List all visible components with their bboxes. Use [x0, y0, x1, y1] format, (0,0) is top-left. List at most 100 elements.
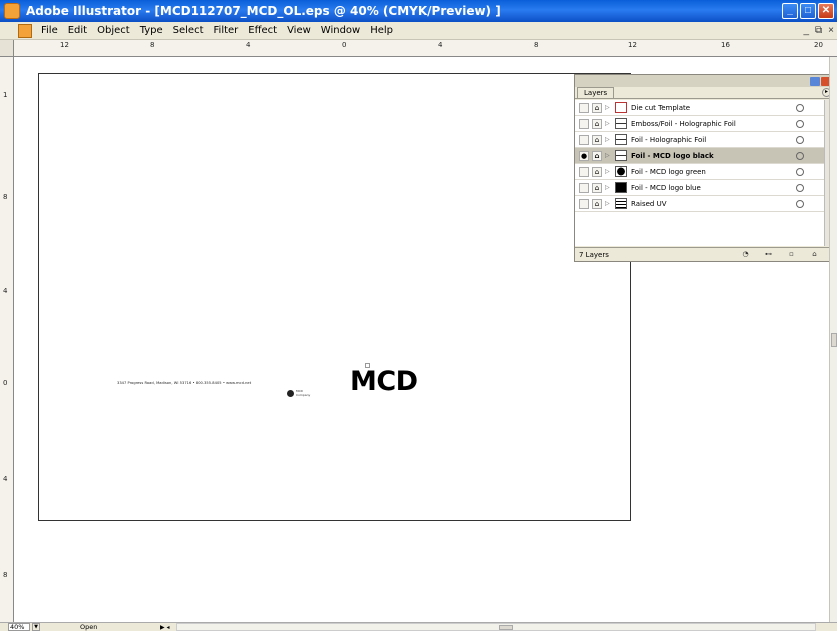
delete-layer-icon[interactable]: ⌂ — [810, 250, 819, 259]
visibility-toggle-icon[interactable] — [579, 134, 589, 145]
layer-thumbnail — [615, 102, 627, 113]
menu-select[interactable]: Select — [168, 25, 209, 36]
lock-toggle-icon[interactable]: ⌂ — [592, 102, 602, 113]
expand-triangle-icon[interactable]: ▷ — [605, 184, 613, 191]
menu-file[interactable]: File — [36, 25, 63, 36]
visibility-toggle-icon[interactable]: ● — [579, 150, 589, 161]
doc-restore-button[interactable]: ⧉ — [812, 25, 825, 36]
menu-type[interactable]: Type — [135, 25, 168, 36]
horizontal-scroll-thumb[interactable] — [498, 625, 513, 630]
lock-toggle-icon[interactable]: ⌂ — [592, 134, 602, 145]
target-circle-icon[interactable] — [796, 167, 804, 176]
title-bar: Adobe Illustrator - [MCD112707_MCD_OL.ep… — [0, 0, 837, 22]
layer-name: Die cut Template — [631, 103, 691, 112]
new-layer-icon[interactable]: ▫ — [787, 250, 796, 259]
ruler-label: 8 — [3, 571, 8, 579]
menu-view[interactable]: View — [282, 25, 316, 36]
layer-list: ⌂ ▷ Die cut Template ⌂ ▷ Emboss/Foil - Hologr… — [575, 100, 825, 246]
layer-row[interactable]: ⌂ ▷ Foil - MCD logo green — [575, 164, 824, 180]
vertical-ruler[interactable]: 1 8 4 0 4 8 — [0, 57, 14, 622]
zoom-field[interactable]: 40% — [8, 623, 30, 631]
vertical-scrollbar[interactable] — [829, 57, 837, 622]
layers-panel: Layers ▸ ⌂ ▷ Die cut Template ⌂ ▷ Emboss/Foil… — [574, 74, 834, 262]
document-icon[interactable] — [18, 23, 32, 38]
expand-triangle-icon[interactable]: ▷ — [605, 104, 613, 111]
ruler-label: 16 — [721, 41, 730, 49]
lock-toggle-icon[interactable]: ⌂ — [592, 118, 602, 129]
ruler-origin[interactable] — [0, 40, 14, 57]
expand-triangle-icon[interactable]: ▷ — [605, 152, 613, 159]
small-logo-mark-icon — [287, 390, 294, 397]
layer-row[interactable]: ⌂ ▷ Foil - MCD logo blue — [575, 180, 824, 196]
layer-row[interactable]: ● ⌂ ▷ Foil - MCD logo black — [575, 148, 824, 164]
target-circle-icon[interactable] — [796, 199, 804, 208]
expand-triangle-icon[interactable]: ▷ — [605, 136, 613, 143]
lock-toggle-icon[interactable]: ⌂ — [592, 150, 602, 161]
target-circle-icon[interactable] — [796, 103, 804, 112]
zoom-dropdown-icon[interactable]: ▼ — [32, 623, 40, 631]
panel-minimize-button[interactable] — [810, 76, 820, 86]
layer-row[interactable]: ⌂ ▷ Foil - Holographic Foil — [575, 132, 824, 148]
close-button[interactable]: ✕ — [818, 3, 834, 19]
horizontal-scrollbar[interactable] — [175, 623, 816, 631]
expand-triangle-icon[interactable]: ▷ — [605, 168, 613, 175]
status-text[interactable]: Open — [80, 623, 140, 631]
create-sublayer-icon[interactable]: ⊷ — [764, 250, 773, 259]
status-menu-icon[interactable]: ▶ ◂ — [160, 624, 170, 631]
panel-footer: 7 Layers ◔ ⊷ ▫ ⌂ — [575, 247, 833, 261]
layer-thumbnail — [615, 198, 627, 209]
layer-name: Foil - MCD logo green — [631, 167, 706, 176]
artboard[interactable]: 3347 Progress Road, Madison, WI 53716 • … — [38, 73, 631, 521]
layer-row[interactable]: ⌂ ▷ Emboss/Foil - Holographic Foil — [575, 116, 824, 132]
lock-toggle-icon[interactable]: ⌂ — [592, 166, 602, 177]
vertical-scroll-thumb[interactable] — [831, 333, 837, 347]
layer-name: Foil - MCD logo blue — [631, 183, 701, 192]
doc-minimize-button[interactable]: _ — [800, 25, 812, 36]
layer-name: Foil - Holographic Foil — [631, 135, 707, 144]
target-circle-icon[interactable] — [796, 119, 804, 128]
lock-toggle-icon[interactable]: ⌂ — [592, 198, 602, 209]
ruler-label: 4 — [3, 475, 8, 483]
menu-window[interactable]: Window — [316, 25, 365, 36]
menu-object[interactable]: Object — [92, 25, 135, 36]
menu-help[interactable]: Help — [365, 25, 398, 36]
target-circle-icon[interactable] — [796, 135, 804, 144]
window-title: Adobe Illustrator - [MCD112707_MCD_OL.ep… — [26, 4, 501, 18]
lock-toggle-icon[interactable]: ⌂ — [592, 182, 602, 193]
expand-triangle-icon[interactable]: ▷ — [605, 120, 613, 127]
status-bar: 40% ▼ Open ▶ ◂ — [0, 622, 837, 631]
illustrator-app-icon[interactable] — [4, 3, 20, 19]
doc-close-button[interactable]: × — [825, 25, 837, 36]
maximize-button[interactable]: □ — [800, 3, 816, 19]
ruler-label: 0 — [342, 41, 347, 49]
menu-bar: File Edit Object Type Select Filter Effe… — [0, 22, 837, 40]
menu-edit[interactable]: Edit — [63, 25, 92, 36]
make-clipping-mask-icon[interactable]: ◔ — [741, 250, 750, 259]
layer-row[interactable]: ⌂ ▷ Die cut Template — [575, 100, 824, 116]
target-circle-icon[interactable] — [796, 151, 804, 160]
ruler-label: 8 — [534, 41, 539, 49]
visibility-toggle-icon[interactable] — [579, 198, 589, 209]
visibility-toggle-icon[interactable] — [579, 182, 589, 193]
menu-filter[interactable]: Filter — [209, 25, 244, 36]
horizontal-ruler[interactable]: 12 8 4 0 4 8 12 16 20 — [14, 40, 837, 57]
tab-layers[interactable]: Layers — [577, 87, 615, 98]
ruler-label: 20 — [814, 41, 823, 49]
visibility-toggle-icon[interactable] — [579, 102, 589, 113]
ruler-label: 12 — [628, 41, 637, 49]
layer-row[interactable]: ⌂ ▷ Raised UV — [575, 196, 824, 212]
ruler-label: 1 — [3, 91, 8, 99]
address-line-text[interactable]: 3347 Progress Road, Madison, WI 53716 • … — [117, 381, 251, 385]
target-circle-icon[interactable] — [796, 183, 804, 192]
expand-triangle-icon[interactable]: ▷ — [605, 200, 613, 207]
minimize-button[interactable]: _ — [782, 3, 798, 19]
panel-title-bar[interactable] — [575, 75, 833, 87]
small-company-logo[interactable]: MCD Company — [287, 389, 315, 399]
menu-effect[interactable]: Effect — [243, 25, 282, 36]
layer-thumbnail — [615, 182, 627, 193]
ruler-label: 4 — [3, 287, 8, 295]
mcd-logo-text[interactable]: MCD — [350, 366, 418, 397]
visibility-toggle-icon[interactable] — [579, 166, 589, 177]
ruler-label: 4 — [438, 41, 443, 49]
visibility-toggle-icon[interactable] — [579, 118, 589, 129]
